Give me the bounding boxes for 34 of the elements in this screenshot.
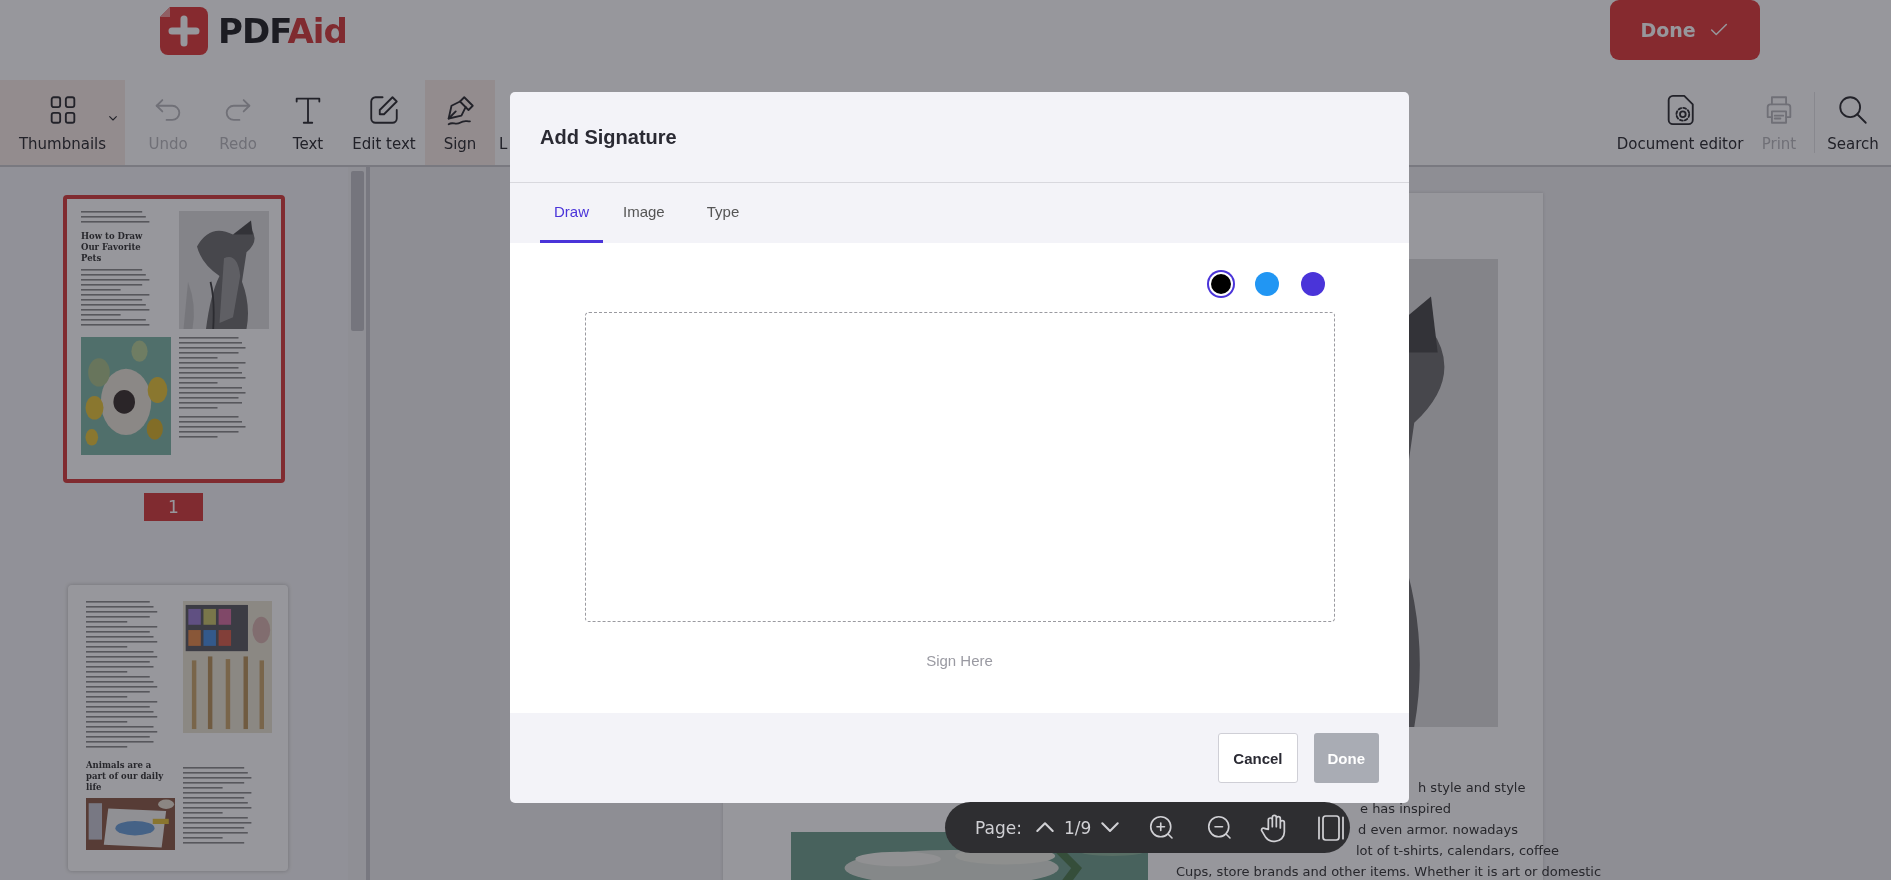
toolbar-button[interactable]: Text — [273, 80, 343, 165]
toolbar-button[interactable]: Document editor — [1616, 80, 1744, 165]
body-text: h style and style — [1418, 780, 1526, 795]
chevron-up-icon — [1035, 822, 1054, 833]
sign-here-hint: Sign Here — [926, 652, 993, 669]
page-counter: 1/9 — [1063, 817, 1092, 838]
body-text: lot of t-shirts, calendars, coffee — [1356, 843, 1559, 858]
next-page-button[interactable] — [1101, 822, 1120, 833]
body-text: Cups, store brands and other items. Whether it is art or domestic — [1176, 864, 1602, 879]
toolbar-button[interactable]: Edit text — [343, 80, 425, 165]
page-label: Page: — [975, 817, 1022, 838]
tab[interactable]: Type — [684, 183, 762, 243]
done-button[interactable]: Done — [1610, 0, 1760, 60]
color-swatch[interactable] — [1255, 272, 1279, 296]
color-swatch[interactable] — [1211, 274, 1231, 294]
body-text: d even armor. nowadays — [1358, 822, 1519, 837]
color-swatch[interactable] — [1301, 272, 1325, 296]
page-heading: How to Draw Our Favorite Pets — [81, 231, 144, 264]
previous-page-button[interactable] — [1035, 822, 1054, 833]
scrollbar-thumb[interactable] — [351, 171, 364, 331]
toolbar-button[interactable]: Thumbnails — [0, 80, 125, 165]
body-text: e has inspired — [1360, 801, 1452, 816]
chevron-down-icon — [1101, 822, 1120, 833]
toolbar-button[interactable]: Sign — [425, 80, 495, 165]
page-thumbnail[interactable]: How to Draw Our Favorite Pets — [63, 195, 285, 483]
tab[interactable]: Image — [601, 183, 687, 243]
dialog-title: Add Signature — [540, 125, 677, 149]
page-thumbnail[interactable]: Animals are a part of our daily life — [68, 585, 288, 871]
logo-text: PDFAid — [218, 11, 347, 51]
page-number-label: 1 — [144, 493, 203, 521]
toolbar-button[interactable]: Search — [1815, 80, 1891, 165]
cancel-button[interactable]: Cancel — [1218, 733, 1298, 783]
page-heading: Animals are a part of our daily life — [86, 760, 165, 793]
text-lines-drawing — [179, 416, 249, 441]
